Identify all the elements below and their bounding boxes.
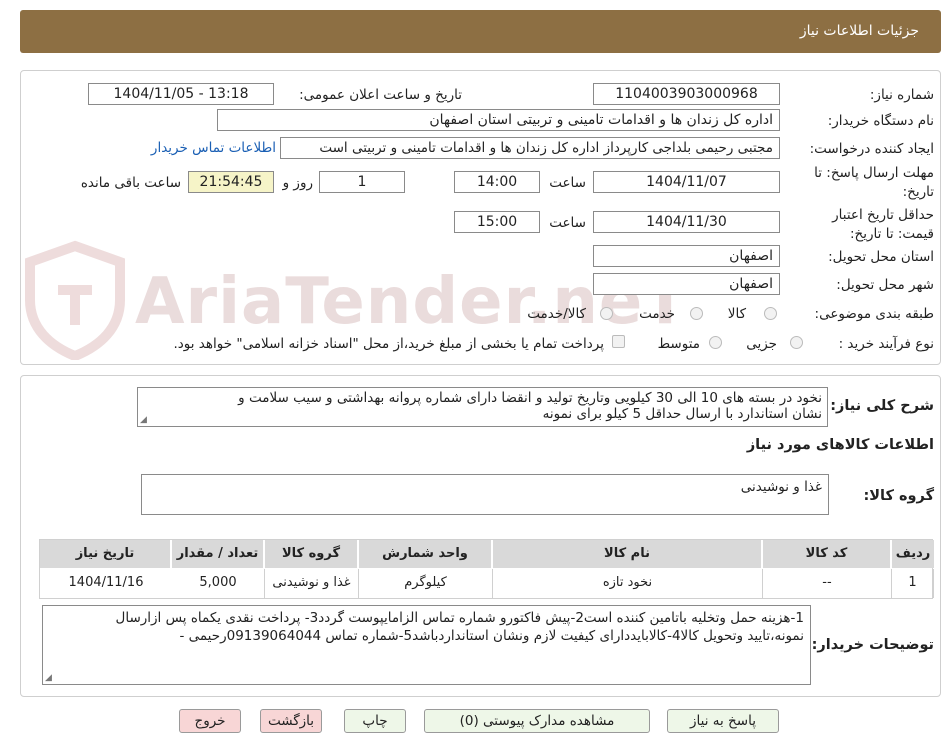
validity-time-label: ساعت [549, 215, 586, 231]
announce-field: 1404/11/05 - 13:18 [88, 83, 274, 105]
days-field: 1 [319, 171, 405, 193]
province-field: اصفهان [593, 245, 780, 267]
col-header-code: کد کالا [763, 540, 891, 568]
goods-group-field: غذا و نوشیدنی [141, 474, 829, 515]
need-number-label: شماره نیاز: [869, 87, 934, 103]
process-label: نوع فرآیند خرید : [838, 336, 934, 352]
cell-row-number: 1 [892, 569, 934, 598]
table-row: 1 -- نخود تازه کیلوگرم غذا و نوشیدنی 5,0… [40, 569, 934, 599]
col-header-unit: واحد شمارش [359, 540, 492, 568]
col-header-date: تاریخ نیاز [40, 540, 171, 568]
buyer-org-field: اداره کل زندان ها و اقدامات تامینی و ترب… [217, 109, 780, 131]
process-minor-label: جزیی [746, 336, 777, 352]
deadline-label: مهلت ارسال پاسخ: تا [814, 165, 934, 181]
description-textarea: نخود در بسته های 10 الی 30 کیلویی وتاریخ… [137, 387, 828, 427]
deadline-date-field: 1404/11/07 [593, 171, 780, 193]
goods-group-label: گروه کالا: [863, 488, 934, 504]
treasury-checkbox[interactable] [612, 335, 625, 348]
col-header-group: گروه کالا [265, 540, 358, 568]
process-medium-label: متوسط [657, 336, 700, 352]
col-header-row: ردیف [892, 540, 934, 568]
process-medium-radio[interactable] [709, 336, 722, 349]
process-minor-radio[interactable] [790, 336, 803, 349]
cell-qty: 5,000 [172, 569, 265, 598]
city-field: اصفهان [593, 273, 780, 295]
buyer-notes-line-1: 1-هزینه حمل وتخلیه باتامین کننده است2-پی… [115, 610, 804, 626]
cell-unit: کیلوگرم [359, 569, 493, 598]
remaining-label: ساعت باقی مانده [80, 175, 181, 191]
category-service-radio[interactable] [690, 307, 703, 320]
cell-date: 1404/11/16 [68, 575, 144, 590]
process-note: پرداخت تمام یا بخشی از مبلغ خرید،از محل … [173, 336, 604, 352]
buyer-notes-line-2: نمونه،تایید وتحویل کالا4-کالابایددارای ک… [179, 628, 804, 644]
category-goods-service-radio[interactable] [600, 307, 613, 320]
print-button[interactable]: چاپ [344, 709, 406, 733]
col-header-qty: تعداد / مقدار [172, 540, 264, 568]
cell-name: نخود تازه [493, 569, 763, 598]
goods-table: ردیف کد کالا نام کالا واحد شمارش گروه کا… [39, 539, 934, 599]
cell-group: غذا و نوشیدنی [265, 569, 359, 598]
validity-time-field: 15:00 [454, 211, 540, 233]
days-label: روز و [282, 175, 313, 191]
buyer-contact-link[interactable]: اطلاعات تماس خریدار [151, 140, 276, 156]
description-line-1: نخود در بسته های 10 الی 30 کیلویی وتاریخ… [238, 390, 822, 406]
back-button[interactable]: بازگشت [260, 709, 322, 733]
col-header-name: نام کالا [493, 540, 762, 568]
deadline-time-field: 14:00 [454, 171, 540, 193]
page-header: جزئیات اطلاعات نیاز [20, 10, 941, 53]
description-line-2: نشان استاندارد با ارسال حداقل 5 کیلو برا… [542, 406, 822, 422]
announce-label: تاریخ و ساعت اعلان عمومی: [299, 87, 462, 103]
remaining-time-field: 21:54:45 [188, 171, 274, 193]
requester-label: ایجاد کننده درخواست: [809, 141, 934, 157]
validity-label: حداقل تاریخ اعتبار [832, 207, 934, 223]
category-goods-radio[interactable] [764, 307, 777, 320]
category-goods-label: کالا [727, 306, 746, 322]
requester-field: مجتبی رحیمی بلداجی کارپرداز اداره کل زند… [280, 137, 780, 159]
category-label: طبقه بندی موضوعی: [814, 306, 934, 322]
category-service-label: خدمت [639, 306, 675, 322]
exit-button[interactable]: خروج [179, 709, 241, 733]
description-label: شرح کلی نیاز: [830, 398, 934, 414]
watermark-shield-icon [25, 240, 125, 360]
deadline-label-2: تاریخ: [902, 184, 934, 200]
reply-button[interactable]: پاسخ به نیاز [667, 709, 779, 733]
buyer-notes-textarea: 1-هزینه حمل وتخلیه باتامین کننده است2-پی… [42, 605, 811, 685]
notes-resize-handle-icon[interactable]: ◢ [45, 674, 54, 683]
category-goods-service-label: کالا/خدمت [527, 306, 586, 322]
attachments-button[interactable]: مشاهده مدارک پیوستی (0) [424, 709, 650, 733]
page-title: جزئیات اطلاعات نیاز [799, 23, 919, 39]
need-number-field: 1104003903000968 [593, 83, 780, 105]
goods-section-title: اطلاعات کالاهای مورد نیاز [746, 437, 934, 453]
cell-code: -- [763, 569, 892, 598]
city-label: شهر محل تحویل: [836, 277, 934, 293]
buyer-org-label: نام دستگاه خریدار: [827, 113, 934, 129]
deadline-time-label: ساعت [549, 175, 586, 191]
province-label: استان محل تحویل: [828, 249, 934, 265]
buyer-notes-label: توضیحات خریدار: [811, 637, 934, 653]
validity-date-field: 1404/11/30 [593, 211, 780, 233]
resize-handle-icon[interactable]: ◢ [140, 416, 149, 425]
validity-label-2: قیمت: تا تاریخ: [850, 226, 934, 242]
